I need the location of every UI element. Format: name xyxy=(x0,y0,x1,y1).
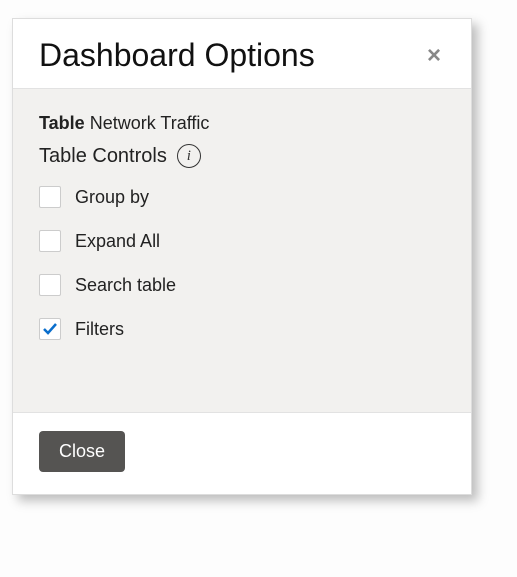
checkbox-group-by[interactable] xyxy=(39,186,61,208)
option-label: Group by xyxy=(75,187,149,208)
close-button[interactable]: Close xyxy=(39,431,125,472)
table-info: Table Network Traffic xyxy=(39,113,445,134)
info-icon[interactable]: i xyxy=(177,144,201,168)
option-expand-all[interactable]: Expand All xyxy=(39,230,445,252)
option-label: Search table xyxy=(75,275,176,296)
table-label: Table xyxy=(39,113,85,133)
close-icon[interactable]: × xyxy=(419,40,449,72)
modal-footer: Close xyxy=(13,413,471,494)
controls-label: Table Controls xyxy=(39,145,167,168)
dashboard-options-modal: Dashboard Options × Table Network Traffi… xyxy=(12,18,472,495)
option-filters[interactable]: Filters xyxy=(39,318,445,340)
option-label: Filters xyxy=(75,319,124,340)
checkbox-expand-all[interactable] xyxy=(39,230,61,252)
modal-title: Dashboard Options xyxy=(39,37,315,74)
modal-body: Table Network Traffic Table Controls i G… xyxy=(13,88,471,413)
option-label: Expand All xyxy=(75,231,160,252)
table-name: Network Traffic xyxy=(90,113,210,133)
option-search-table[interactable]: Search table xyxy=(39,274,445,296)
table-controls-header: Table Controls i xyxy=(39,144,445,168)
modal-header: Dashboard Options × xyxy=(13,19,471,88)
checkbox-filters[interactable] xyxy=(39,318,61,340)
checkbox-search-table[interactable] xyxy=(39,274,61,296)
option-group-by[interactable]: Group by xyxy=(39,186,445,208)
